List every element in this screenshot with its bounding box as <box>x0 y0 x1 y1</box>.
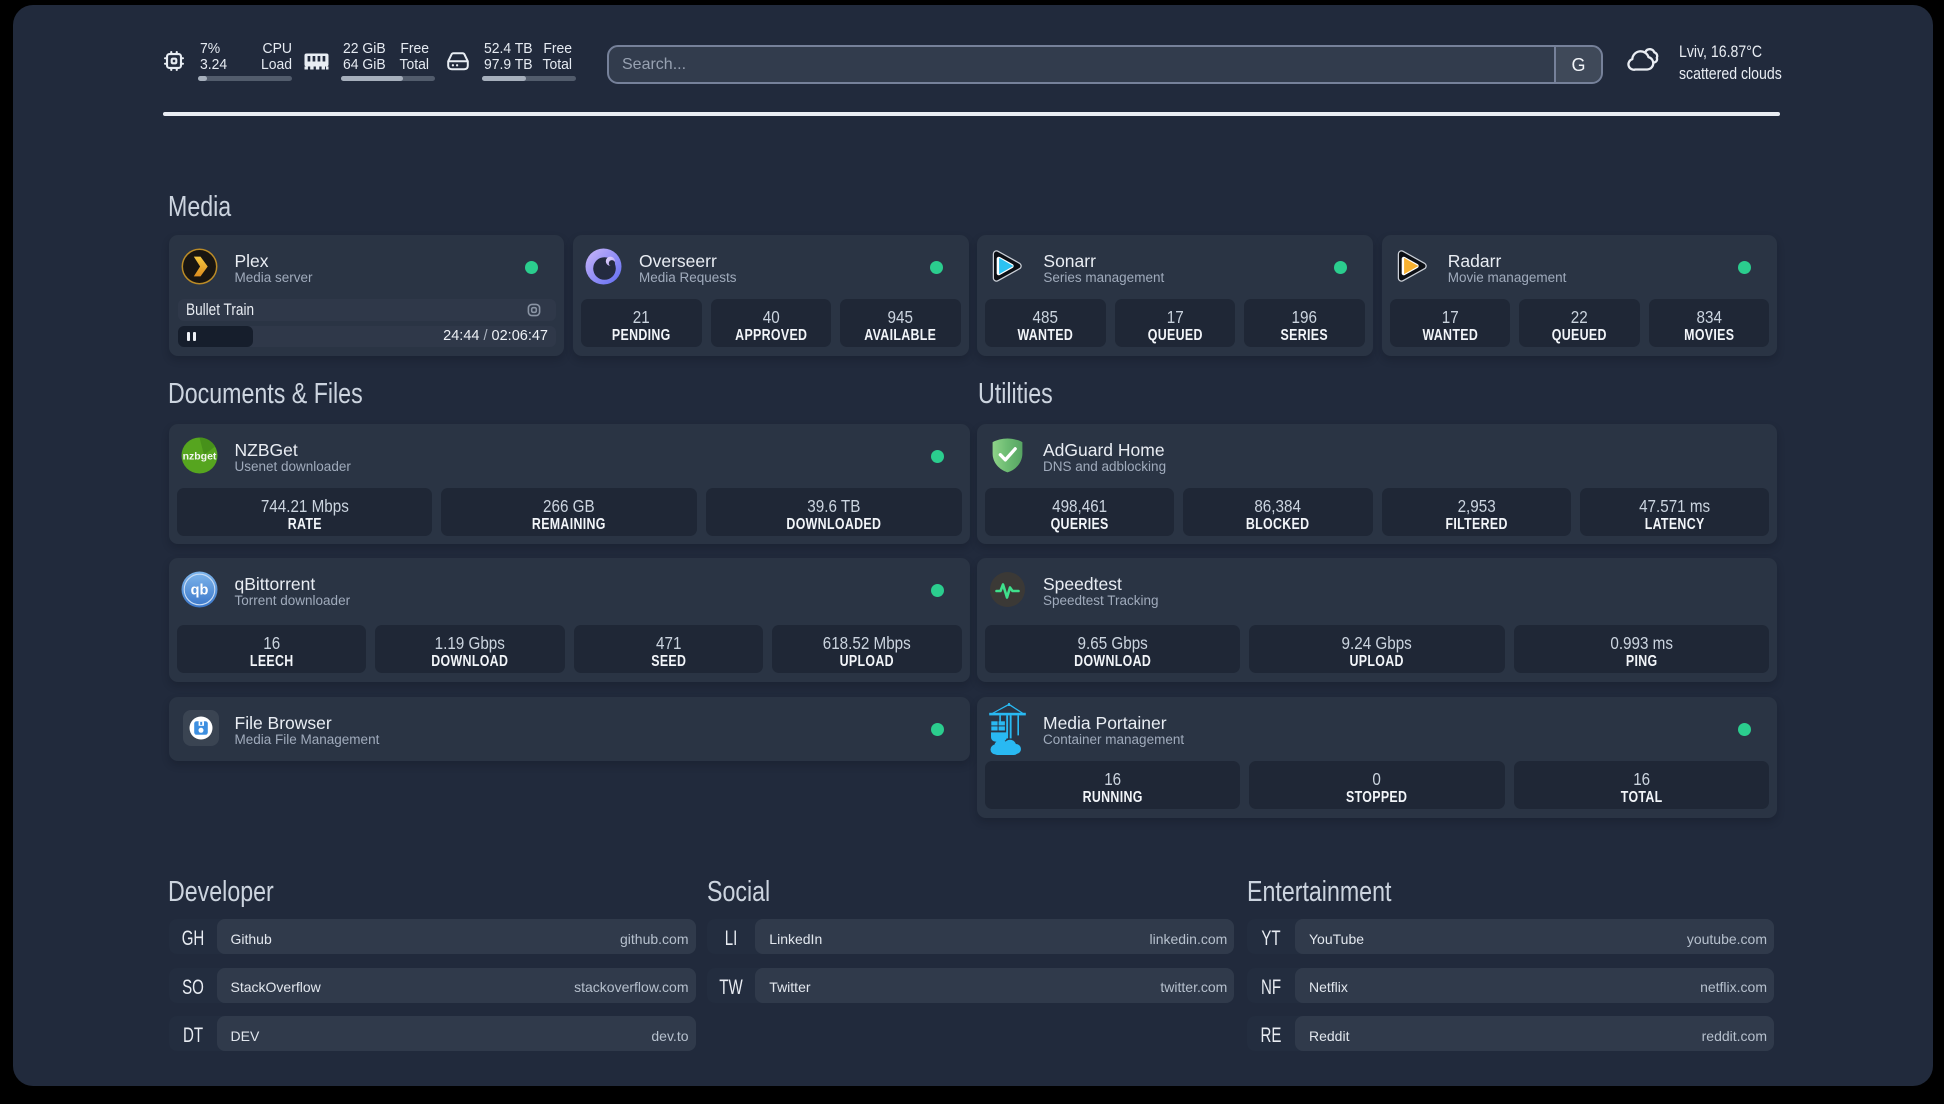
svg-text:nzbget: nzbget <box>182 451 216 463</box>
svg-text:qb: qb <box>190 583 208 599</box>
